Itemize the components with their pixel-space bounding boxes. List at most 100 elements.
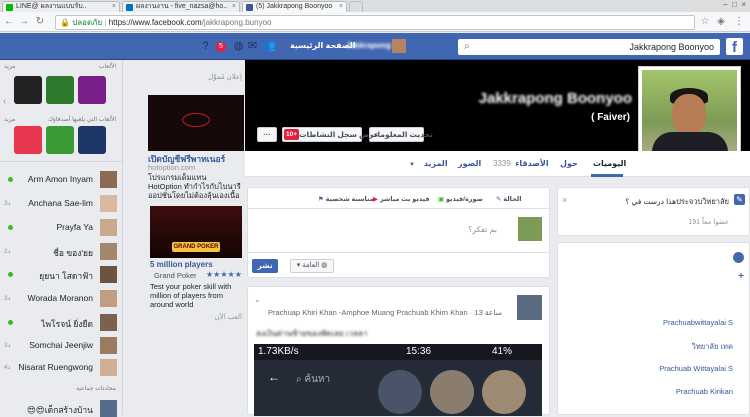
chevron-down-icon: ▼ <box>409 162 415 168</box>
avatar <box>482 370 526 414</box>
browser-tab-line[interactable]: LINE@ ผลงานแบบรับ.. × <box>2 1 120 12</box>
ad-domain: hotoption.com <box>148 163 196 172</box>
app-candy-crush-icon[interactable] <box>14 126 42 154</box>
photo-face <box>672 94 706 134</box>
more-options-button[interactable]: ··· <box>257 127 277 142</box>
profile-name[interactable]: Jakkrapong Boonyoo <box>479 90 632 107</box>
chevron-down-icon[interactable]: ⌄ <box>254 295 261 304</box>
photo-option[interactable]: ▣ صورة/فيديو <box>438 195 483 203</box>
contact-item[interactable]: 3د Worada Moranon <box>0 290 123 307</box>
extension-icon[interactable]: ◈ <box>714 15 728 29</box>
app-8ball-pool-icon[interactable] <box>78 126 106 154</box>
avatar[interactable] <box>392 39 406 53</box>
activity-log-button[interactable]: 10+ عرض سجل النشاطات <box>282 127 379 142</box>
facebook-logo[interactable]: f <box>726 38 743 56</box>
post-button[interactable]: نشر <box>252 259 278 273</box>
photo-icon: ▣ <box>438 196 445 203</box>
app-8ball-icon[interactable] <box>14 76 42 104</box>
video-icon: ▶ <box>373 196 378 203</box>
more-link-2[interactable]: مزيد <box>4 116 15 123</box>
contact-item[interactable]: Arm Amon Inyam <box>0 171 123 188</box>
browser-tab-strip: LINE@ ผลงานแบบรับ.. × ผลงานงาน - five_na… <box>0 0 750 12</box>
friend-requests-icon[interactable]: 👥 <box>262 40 276 53</box>
close-icon[interactable]: × <box>339 2 343 12</box>
post-time[interactable]: 13 ساعة <box>474 308 502 317</box>
app-casino-icon[interactable] <box>78 76 106 104</box>
notifications-badge[interactable]: 5 <box>216 42 226 52</box>
new-tab-button[interactable] <box>349 1 363 12</box>
menu-icon[interactable]: ⋮ <box>732 15 746 29</box>
divider <box>0 161 123 162</box>
contact-item[interactable]: 3د Anchana Sae-lim <box>0 195 123 212</box>
active-tab-indicator <box>591 174 623 177</box>
tab-photos[interactable]: الصور <box>458 159 481 168</box>
phone-search: ⌕ ค้นหา <box>296 374 331 385</box>
messages-icon[interactable]: ✉ <box>246 40 259 53</box>
close-icon[interactable]: × <box>232 2 236 12</box>
post-image[interactable]: 1.73KB/s 15:36 41% ← ⌕ ค้นหา <box>254 344 542 416</box>
forward-icon[interactable]: → <box>17 15 31 29</box>
globe-icon[interactable]: ◍ <box>232 40 245 53</box>
contact-item[interactable]: ยุยนา โสดาฟ้า <box>0 266 123 283</box>
life-event-option[interactable]: ⚑ مناسبة شخصية <box>318 195 374 203</box>
close-icon[interactable]: × <box>112 2 116 12</box>
profile-link[interactable]: Jakkrapong <box>346 41 391 50</box>
avatar <box>430 370 474 414</box>
browser-tab-mail[interactable]: ผลงานงาน - five_nazsa@ho.. × <box>122 1 240 12</box>
status-option[interactable]: ✎ الحالة <box>496 195 521 203</box>
ad-image-hotoption[interactable] <box>148 95 244 151</box>
friends-playing-header: الألعاب التي يلعبها أصدقاؤك <box>47 117 116 123</box>
group-item[interactable]: 😍😍เด็กสร้างบ้าน <box>0 400 123 417</box>
logo-ring-icon <box>182 113 210 127</box>
window-controls[interactable]: – □ × <box>700 0 750 12</box>
list-item[interactable]: วิทยาลัย เทค <box>692 341 733 353</box>
online-indicator <box>8 320 13 325</box>
contact-item[interactable]: Prayfa Ya <box>0 219 123 236</box>
question-text[interactable]: هذا درست في ؟ประจวบวิทยาลัย <box>625 196 729 208</box>
contact-item[interactable]: 3د Somchai Jeenjiw <box>0 337 123 354</box>
url-host: https://www.facebook.com <box>108 18 202 27</box>
search-input[interactable]: ⌕ Jakkrapong Boonyoo <box>458 39 720 55</box>
tab-about[interactable]: حول <box>560 159 578 168</box>
profile-tabs: اليوميات حول 3339 الأصدقاء الصور ▼ المزي… <box>245 151 750 177</box>
help-icon[interactable]: ? <box>199 40 212 53</box>
more-link[interactable]: مزيد <box>4 63 15 70</box>
back-arrow-icon: ← <box>268 370 280 384</box>
post-meta: Prachuap Khiri Khan -Amphoe Muang Prachu… <box>268 308 502 317</box>
contact-item[interactable]: 4د Nisarat Ruengwong <box>0 359 123 376</box>
avatar <box>100 337 117 354</box>
list-item[interactable]: Prachuab Kirikan <box>676 387 733 396</box>
avatar <box>100 219 117 236</box>
list-item[interactable]: Prachuabwittayalai S <box>663 318 733 327</box>
add-icon[interactable]: + <box>738 271 744 282</box>
chevron-left-icon[interactable]: ‹ <box>3 96 6 107</box>
tab-friends[interactable]: 3339 الأصدقاء <box>493 159 549 168</box>
ad-image-poker[interactable]: GRAND POKER <box>150 206 242 258</box>
tab-timeline[interactable]: اليوميات <box>593 159 626 168</box>
edit-icon: ✎ <box>734 194 745 205</box>
back-icon[interactable]: ← <box>2 15 16 29</box>
live-option[interactable]: ▶ فيديو بث مباشر <box>373 195 429 203</box>
tab-more[interactable]: ▼ المزيد <box>409 159 448 168</box>
divider <box>248 252 551 253</box>
list-item[interactable]: Prachuab Wittayalai S <box>659 364 733 373</box>
star-icon[interactable]: ☆ <box>698 15 712 29</box>
close-icon[interactable]: × <box>562 195 567 205</box>
contact-item[interactable]: ไพโรจน์ ยิ่งยืด <box>0 314 123 331</box>
post-location[interactable]: Prachuap Khiri Khan -Amphoe Muang Prachu… <box>268 308 468 317</box>
online-indicator <box>8 272 13 277</box>
app-solitaire-icon[interactable] <box>46 126 74 154</box>
app-baseball-icon[interactable] <box>46 76 74 104</box>
browser-tab-facebook[interactable]: (5) Jakkrapong Boonyoo × <box>242 1 347 12</box>
audience-selector[interactable]: ▾ العامة ◍ <box>290 259 334 273</box>
url-input[interactable]: 🔒 ปลอดภัย | https://www.facebook.com/jak… <box>55 15 695 30</box>
games-section-header: الألعاب <box>98 64 116 70</box>
contact-item[interactable]: 2د ชื่อ ของ'ยย <box>0 243 123 260</box>
search-icon[interactable]: ⌕ <box>464 39 470 55</box>
post-text-input[interactable]: بم تفكر؟ <box>468 225 497 234</box>
play-now-link[interactable]: العب الآن <box>215 313 242 321</box>
reload-icon[interactable]: ↻ <box>33 15 47 29</box>
avatar <box>100 314 117 331</box>
secure-label: ปลอดภัย <box>72 18 103 27</box>
ad-title[interactable]: 5 million players <box>150 260 213 269</box>
